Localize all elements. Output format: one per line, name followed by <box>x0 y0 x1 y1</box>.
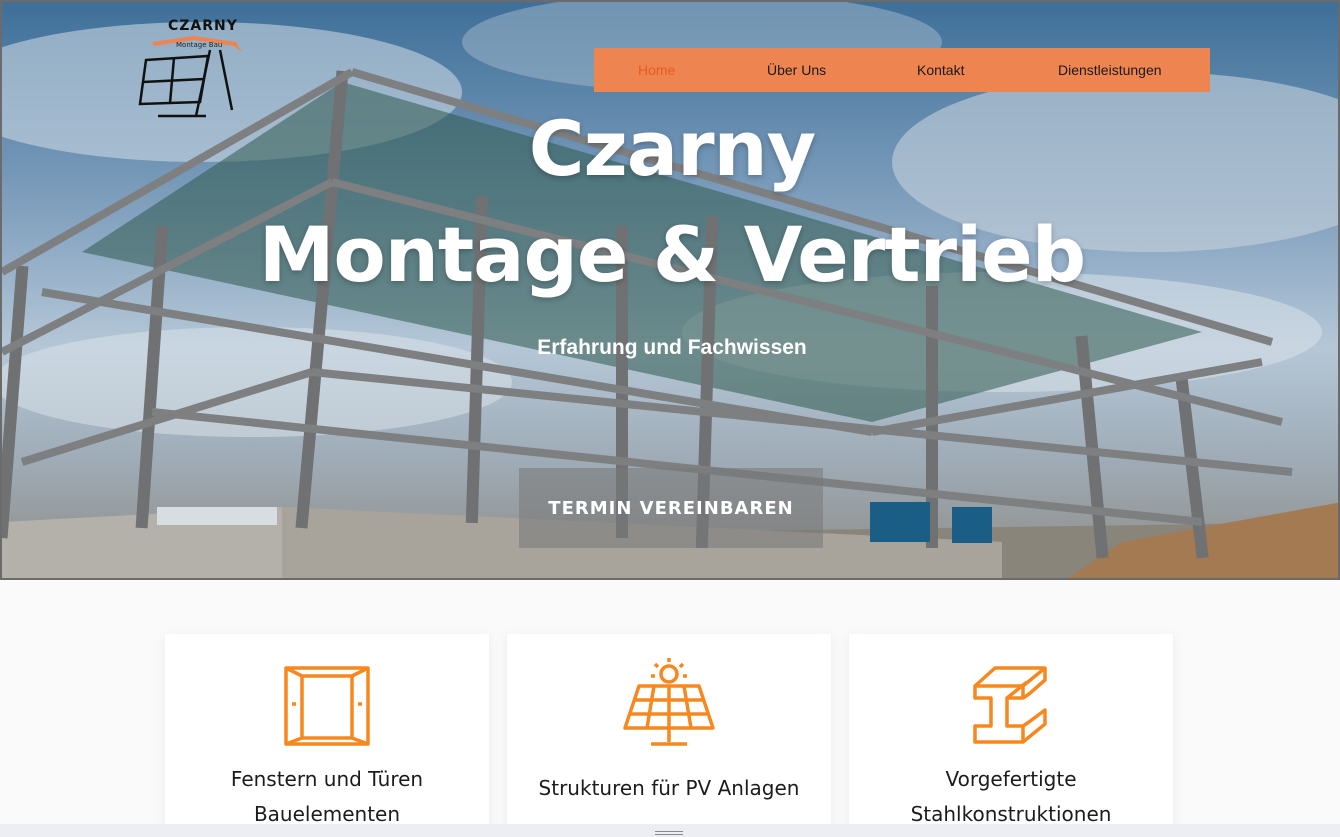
service-card-windows-doors[interactable]: Fenstern und Türen Bauelementen <box>165 634 489 837</box>
nav-item-home[interactable]: Home <box>638 62 675 78</box>
hero-section: CZARNY Montage Bau Home Über Uns Kontakt… <box>0 0 1340 580</box>
main-navigation: Home Über Uns Kontakt Dienstleistungen <box>594 48 1210 92</box>
nav-item-kontakt[interactable]: Kontakt <box>917 62 964 78</box>
nav-item-ueber-uns[interactable]: Über Uns <box>767 62 826 78</box>
logo-tagline-text: Montage Bau <box>176 41 222 49</box>
hero-title-line1: Czarny <box>528 104 816 193</box>
appointment-button[interactable]: TERMIN VEREINBAREN <box>519 468 823 548</box>
logo-brand-text: CZARNY <box>168 18 238 34</box>
hero-subtitle: Erfahrung und Fachwissen <box>537 336 807 359</box>
drag-handle-icon[interactable] <box>655 831 683 835</box>
hero-title-line2: Montage & Vertrieb <box>258 210 1086 299</box>
nav-item-dienstleistungen[interactable]: Dienstleistungen <box>1058 62 1162 78</box>
service-title-line1: Fenstern und Türen <box>230 767 424 791</box>
steel-beam-icon <box>973 666 1047 744</box>
service-card-steel-constructions[interactable]: Vorgefertigte Stahlkonstruktionen <box>849 634 1173 837</box>
service-card-pv-structures[interactable]: Strukturen für PV Anlagen <box>507 634 831 837</box>
service-title-line1: Vorgefertigte <box>945 767 1077 791</box>
solar-panel-icon <box>623 658 715 746</box>
service-title-line1: Strukturen für PV Anlagen <box>538 776 800 800</box>
window-door-icon <box>284 666 370 746</box>
